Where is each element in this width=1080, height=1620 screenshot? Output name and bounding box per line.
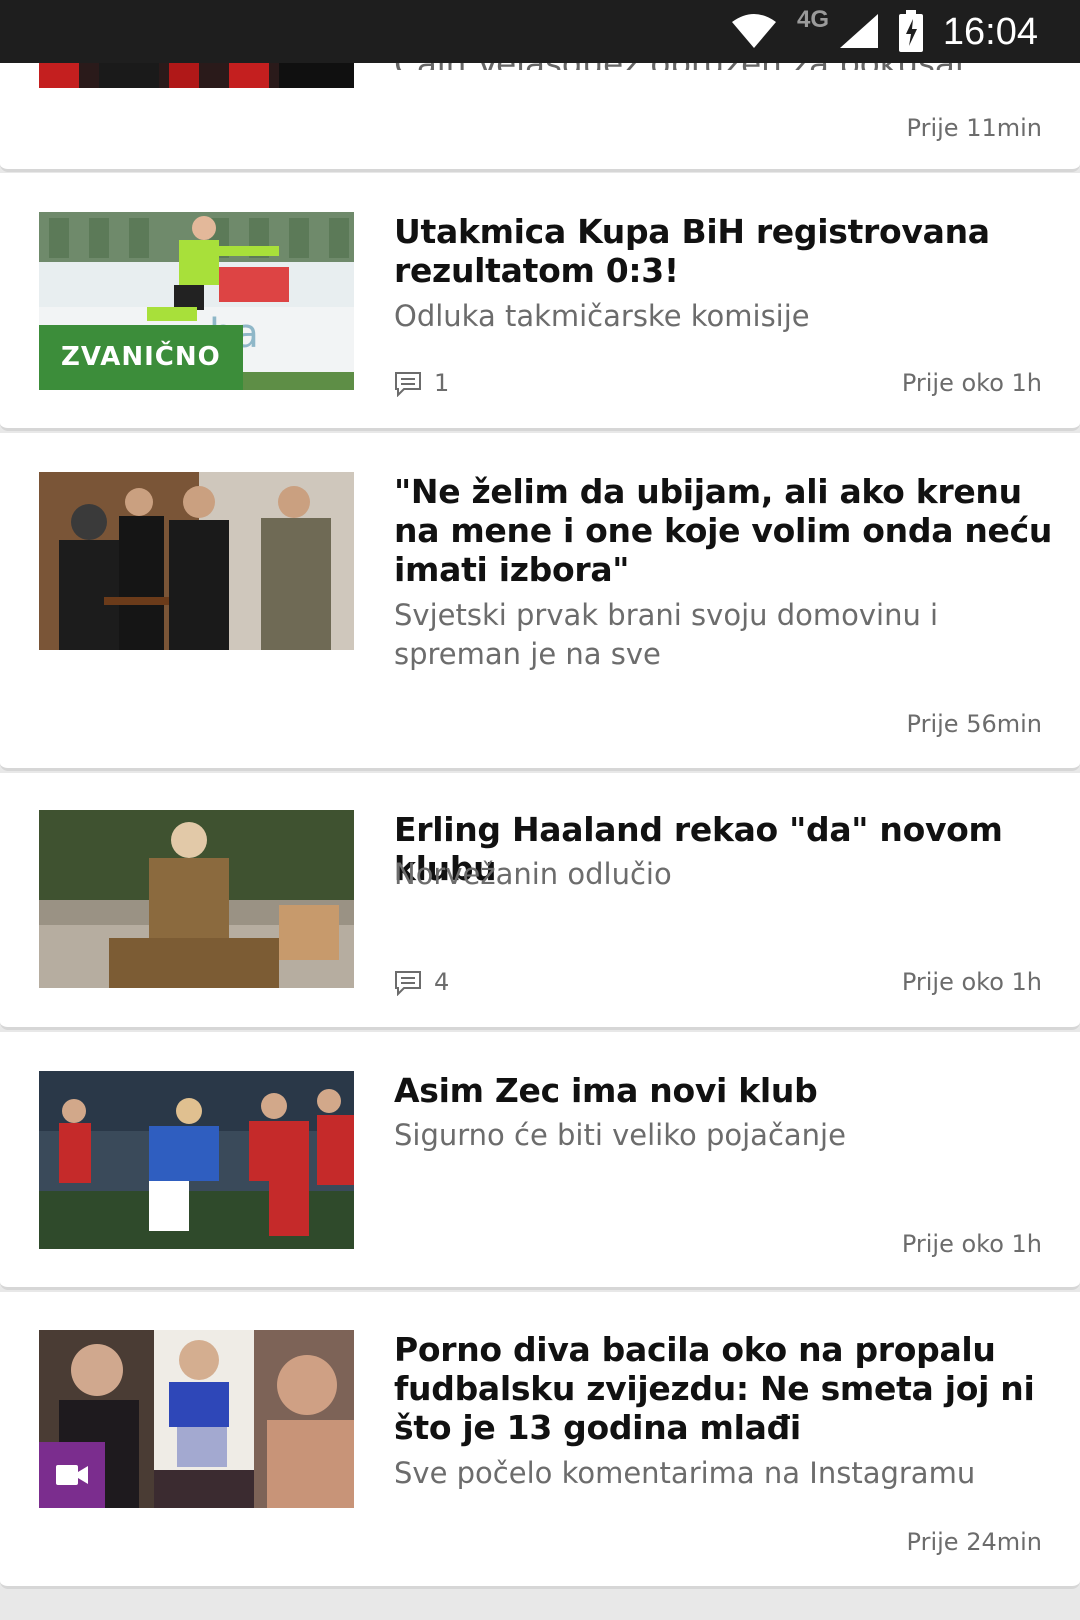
article-thumbnail[interactable] <box>39 1330 354 1508</box>
network-type: 4G <box>797 6 830 33</box>
article-card[interactable]: ba ZVANIČNO Utakmica Kupa BiH registrova… <box>0 173 1080 431</box>
article-card[interactable]: Asim Zec ima novi klub Sigurno će biti v… <box>0 1032 1080 1290</box>
article-subtitle: Odluka takmičarske komisije <box>394 299 810 333</box>
article-thumbnail[interactable] <box>39 1071 354 1249</box>
article-time: Prije oko 1h <box>901 968 1042 996</box>
wifi-icon <box>732 14 776 48</box>
signal-icon <box>840 14 878 48</box>
article-time: Prije 11min <box>906 114 1042 142</box>
status-time: 16:04 <box>942 11 1038 53</box>
article-title[interactable]: "Ne želim da ubijam, ali ako krenu na me… <box>394 472 1054 589</box>
battery-charging-icon <box>899 10 923 52</box>
article-thumbnail[interactable] <box>39 472 354 650</box>
article-time: Prije oko 1h <box>901 1230 1042 1258</box>
article-subtitle: Svjetski prvak brani svoju domovinu i sp… <box>394 598 939 671</box>
article-title[interactable]: Utakmica Kupa BiH registrovana rezultato… <box>394 212 1054 290</box>
article-title[interactable]: Asim Zec ima novi klub <box>394 1071 1054 1110</box>
video-camera-icon <box>56 1465 88 1485</box>
comment-count-value: 1 <box>434 369 450 397</box>
comment-icon <box>395 372 421 398</box>
article-card[interactable]: Erling Haaland rekao "da" novom klubu No… <box>0 773 1080 1030</box>
status-bar: 4G 16:04 <box>0 0 1080 63</box>
article-thumbnail[interactable]: ba ZVANIČNO <box>39 212 354 390</box>
comment-count[interactable]: 4 <box>394 968 450 997</box>
article-card[interactable]: "Ne želim da ubijam, ali ako krenu na me… <box>0 433 1080 771</box>
article-time: Prije 24min <box>906 1528 1042 1556</box>
article-title[interactable]: Porno diva bacila oko na propalu fudbals… <box>394 1330 1054 1447</box>
article-time: Prije 56min <box>906 710 1042 738</box>
article-time: Prije oko 1h <box>901 369 1042 397</box>
article-thumbnail[interactable] <box>39 810 354 988</box>
comment-icon <box>395 971 421 997</box>
comment-count-value: 4 <box>434 968 450 996</box>
article-subtitle: Norvežanin odlučio <box>394 857 672 891</box>
category-badge: ZVANIČNO <box>39 325 243 390</box>
article-card[interactable]: Porno diva bacila oko na propalu fudbals… <box>0 1292 1080 1589</box>
video-badge <box>39 1442 105 1508</box>
article-subtitle: Sigurno će biti veliko pojačanje <box>394 1118 846 1152</box>
article-subtitle: Sve počelo komentarima na Instagramu <box>394 1456 976 1490</box>
comment-count[interactable]: 1 <box>394 369 450 398</box>
